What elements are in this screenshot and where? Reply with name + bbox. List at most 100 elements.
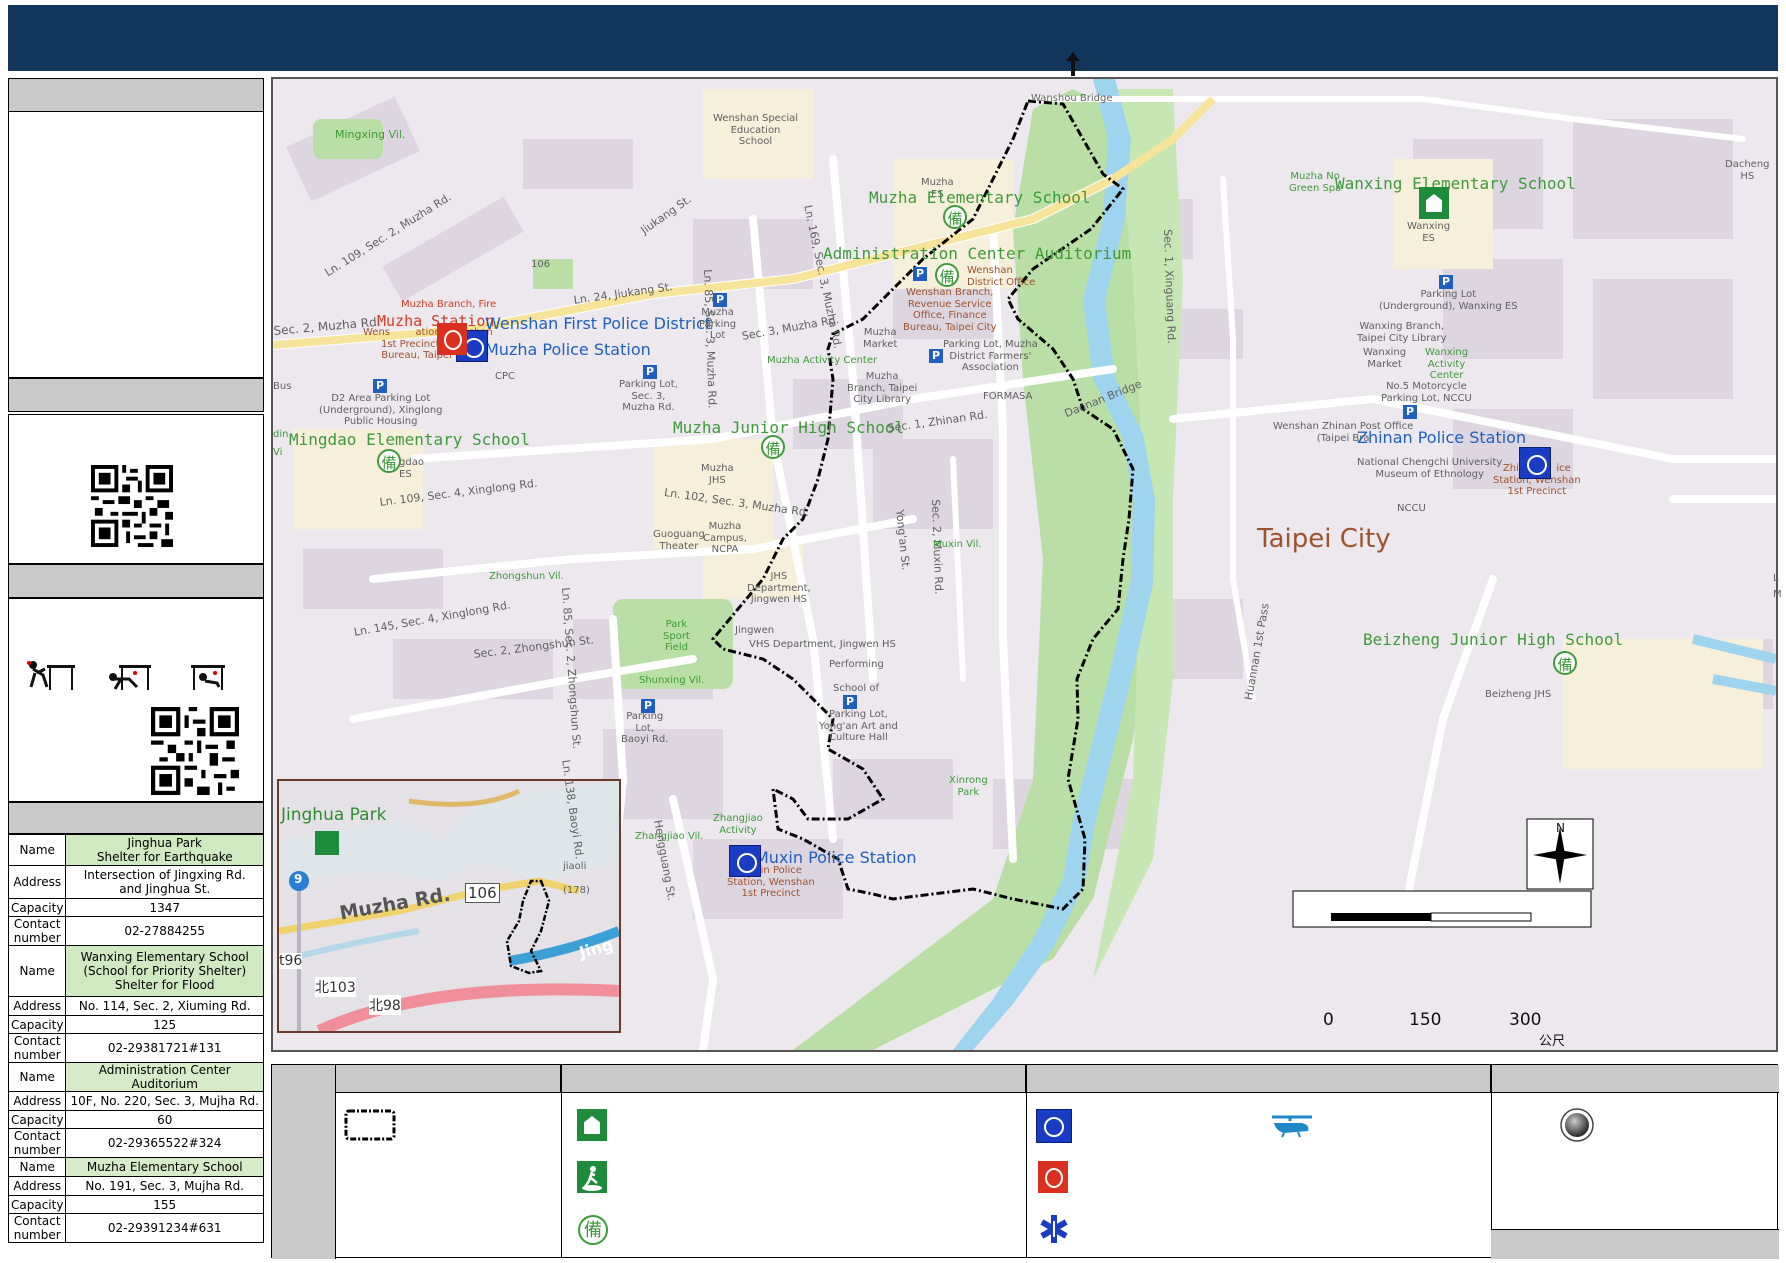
map-label-xinrong: Xinrong Park bbox=[949, 775, 988, 798]
legend-head-title bbox=[272, 1065, 336, 1259]
helipad-icon bbox=[1272, 1115, 1312, 1138]
map-label-muzha-market: Muzha Market bbox=[863, 327, 898, 350]
map-label-school-of: School of bbox=[833, 683, 880, 694]
shelter-field-label: Name bbox=[7, 1157, 67, 1177]
shelter-field-value: Jinghua Park Shelter for Earthquake bbox=[65, 834, 264, 866]
map-label-d2: D2 Area Parking Lot (Underground), Xingl… bbox=[319, 393, 443, 427]
shelter-field-label: Name bbox=[7, 945, 67, 997]
info-panel bbox=[8, 78, 264, 378]
shelter-field-label: Capacity bbox=[7, 1110, 67, 1129]
map-label-n178: (178) bbox=[563, 885, 590, 896]
shelter-field-label: Capacity bbox=[7, 898, 67, 917]
map-label-wanxing-act: Wanxing Activity Center bbox=[1425, 347, 1469, 381]
reserve-shelter-icon[interactable]: 備 bbox=[761, 435, 785, 459]
reserve-shelter-icon[interactable]: 備 bbox=[935, 263, 959, 287]
shelter-table-row: Contact number 02-27884255 bbox=[7, 916, 264, 946]
map-label-shunxing: Shunxing Vil. bbox=[639, 675, 705, 686]
qr-code-icon[interactable] bbox=[151, 707, 239, 795]
arrow-up-icon bbox=[1066, 52, 1080, 76]
map-label-guoguang: Guoguang Theater bbox=[653, 529, 705, 552]
legend-divider bbox=[1026, 1065, 1027, 1257]
parking-icon[interactable]: P bbox=[1439, 275, 1453, 289]
medical-star-icon bbox=[1040, 1215, 1068, 1243]
shelter-school-icon bbox=[577, 1109, 607, 1141]
shelter-table-row: Address Intersection of Jingxing Rd. and … bbox=[7, 865, 264, 899]
map-label-jingwen: Jingwen bbox=[735, 625, 775, 636]
shelter-field-value: No. 191, Sec. 3, Mujha Rd. bbox=[65, 1176, 264, 1196]
scale-unit: 公尺 bbox=[1539, 1034, 1566, 1049]
police-station-icon[interactable] bbox=[1519, 447, 1551, 479]
shelter-field-value: 02-29381721#131 bbox=[65, 1033, 264, 1063]
map-label-sec1xinguang: Sec. 1, Xinguang Rd. bbox=[1161, 228, 1178, 344]
shelter-field-label: Capacity bbox=[7, 1015, 67, 1034]
shelter-table-row: Name Jinghua Park Shelter for Earthquake bbox=[7, 834, 264, 866]
shelter-table-row: Address No. 114, Sec. 2, Xiuming Rd. bbox=[7, 996, 264, 1016]
legend-head-shelter bbox=[561, 1065, 1026, 1093]
parking-icon[interactable]: P bbox=[913, 267, 927, 281]
map-label-mingdao: Mingdao Elementary School bbox=[289, 430, 530, 449]
boundary-swatch-icon bbox=[344, 1109, 396, 1141]
shelter-field-label: Name bbox=[7, 834, 67, 866]
map-label-parking-wanxing: Parking Lot (Underground), Wanxing ES bbox=[1379, 289, 1518, 312]
shelter-table-row: Contact number 02-29391234#631 bbox=[7, 1213, 264, 1243]
shelter-panel-header bbox=[8, 802, 264, 834]
parking-icon[interactable]: P bbox=[373, 379, 387, 393]
parking-icon[interactable]: P bbox=[843, 695, 857, 709]
shelter-school-icon[interactable] bbox=[1419, 187, 1449, 219]
map-label-wanxing-lib: Wanxing Branch, Taipei City Library bbox=[1357, 321, 1447, 344]
shelter-field-label: Address bbox=[7, 996, 67, 1016]
map-label-muzha-jhs: Muzha Junior High School bbox=[673, 418, 905, 437]
shelter-field-label: Name bbox=[7, 1062, 67, 1092]
reserve-shelter-icon[interactable]: 備 bbox=[377, 449, 401, 473]
shelter-field-value: Intersection of Jingxing Rd. and Jinghua… bbox=[65, 865, 264, 899]
map-label-vhs: VHS Department, Jingwen HS bbox=[749, 639, 896, 650]
shelter-field-value: 02-29365522#324 bbox=[65, 1128, 264, 1158]
map-label-nccu-museum: National Chengchi University Museum of E… bbox=[1357, 457, 1503, 480]
map-label-bus: Bus bbox=[273, 381, 292, 392]
map-label-wenshan-special: Wenshan Special Education School bbox=[713, 113, 799, 147]
legend-head-other bbox=[1491, 1065, 1779, 1093]
shelter-field-label: Contact number bbox=[7, 1213, 67, 1243]
parking-icon[interactable]: P bbox=[929, 349, 943, 363]
map-label-muzha-campus: Muzha Campus, NCPA bbox=[703, 521, 747, 555]
map-label-formosa: FORMASA bbox=[983, 391, 1033, 402]
map-label-mingdao-small: gdao ES bbox=[399, 457, 424, 480]
parking-icon[interactable]: P bbox=[713, 293, 727, 307]
map-label-vi: Vi bbox=[273, 447, 283, 458]
parking-icon[interactable]: P bbox=[641, 699, 655, 713]
map-label-park-sport: Park Sport Field bbox=[663, 619, 690, 653]
map-label-zhangjiao-act: Zhangjiao Activity bbox=[713, 813, 763, 836]
parking-icon[interactable]: P bbox=[1403, 405, 1417, 419]
shelter-field-value: 02-27884255 bbox=[65, 916, 264, 946]
info-panel-header bbox=[9, 79, 263, 112]
shelter-table-row: Capacity 125 bbox=[7, 1015, 264, 1034]
map-label-cpc: CPC bbox=[495, 371, 515, 382]
shelter-field-label: Contact number bbox=[7, 1033, 67, 1063]
police-station-icon[interactable] bbox=[729, 845, 761, 877]
legend-footer-other bbox=[1491, 1229, 1779, 1259]
shelter-field-label: Address bbox=[7, 865, 67, 899]
map-label-muzha-police: Muzha Police Station bbox=[485, 340, 651, 359]
map-label-r106: 106 bbox=[531, 259, 551, 270]
drop-icon bbox=[109, 665, 151, 690]
scale-300: 300 bbox=[1509, 1010, 1542, 1030]
shelter-field-value: Administration Center Auditorium bbox=[65, 1062, 264, 1092]
hold-on-icon bbox=[191, 665, 225, 690]
fire-station-icon[interactable] bbox=[437, 323, 467, 355]
qr-code-icon[interactable] bbox=[91, 465, 173, 547]
reserve-shelter-icon[interactable]: 備 bbox=[943, 205, 967, 229]
map-label-muzha-lib: Muzha Branch, Taipei City Library bbox=[847, 371, 918, 405]
shelter-table-row: Capacity 60 bbox=[7, 1110, 264, 1129]
map-label-m: M bbox=[1773, 589, 1782, 600]
map-label-wanxing-market: Wanxing Market bbox=[1363, 347, 1407, 370]
qr-panel-header bbox=[8, 378, 264, 412]
shelter-park-icon bbox=[577, 1161, 607, 1193]
shelter-table-row: Name Wanxing Elementary School (School fo… bbox=[7, 945, 264, 997]
parking-icon[interactable]: P bbox=[643, 365, 657, 379]
map-label-parking-baoyi: Parking Lot, Baoyi Rd. bbox=[621, 711, 669, 745]
police-station-icon bbox=[1036, 1109, 1072, 1143]
map-label-muzha-parking: Muzha Parking Lot bbox=[699, 307, 737, 341]
map-label-jhs-dept: JHS Department, Jingwen HS bbox=[747, 571, 811, 605]
reserve-shelter-icon[interactable]: 備 bbox=[1553, 651, 1577, 675]
main-map[interactable]: Jinghua Park 9 Muzha Rd. 106 t96 北103 北9… bbox=[271, 77, 1782, 1052]
